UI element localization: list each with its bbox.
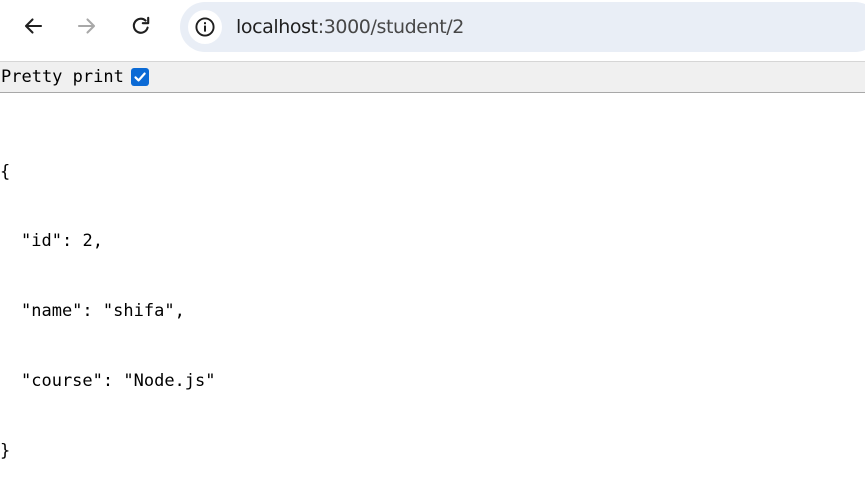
json-key: "id"	[21, 231, 62, 252]
pretty-print-bar: Pretty print	[0, 61, 865, 93]
pretty-print-label: Pretty print	[1, 67, 124, 87]
arrow-left-icon	[24, 18, 43, 34]
reload-icon	[132, 16, 150, 34]
back-button[interactable]	[16, 9, 50, 43]
json-key: "name"	[21, 301, 83, 322]
json-separator: :	[61, 231, 83, 252]
arrow-right-icon	[77, 18, 96, 34]
site-info-button[interactable]	[188, 10, 222, 44]
json-value: "Node.js"	[123, 371, 216, 392]
reload-button[interactable]	[124, 9, 158, 43]
json-value: 2	[82, 231, 93, 252]
json-separator: :	[102, 371, 124, 392]
pretty-print-checkbox[interactable]	[130, 68, 149, 86]
json-separator: :	[82, 301, 103, 322]
json-comma: ,	[174, 301, 185, 322]
checkmark-icon	[134, 72, 146, 82]
info-circle-icon	[195, 17, 215, 37]
json-line: "name": "shifa",	[0, 300, 216, 323]
json-line: "course": "Node.js"	[0, 370, 216, 393]
json-key: "course"	[21, 371, 103, 392]
browser-toolbar: localhost:3000/student/2	[0, 0, 865, 56]
forward-button[interactable]	[70, 9, 104, 43]
url-text[interactable]: localhost:3000/student/2	[236, 15, 464, 39]
json-comma: ,	[92, 231, 103, 252]
json-open-brace: {	[0, 161, 11, 182]
address-bar[interactable]: localhost:3000/student/2	[180, 2, 865, 52]
json-value: "shifa"	[102, 301, 175, 322]
url-host: localhost	[236, 16, 318, 38]
json-line: "id": 2,	[0, 230, 216, 253]
json-close-brace: }	[0, 441, 11, 462]
json-content: { "id": 2, "name": "shifa", "course": "N…	[0, 114, 216, 478]
url-path: :3000/student/2	[317, 16, 465, 38]
